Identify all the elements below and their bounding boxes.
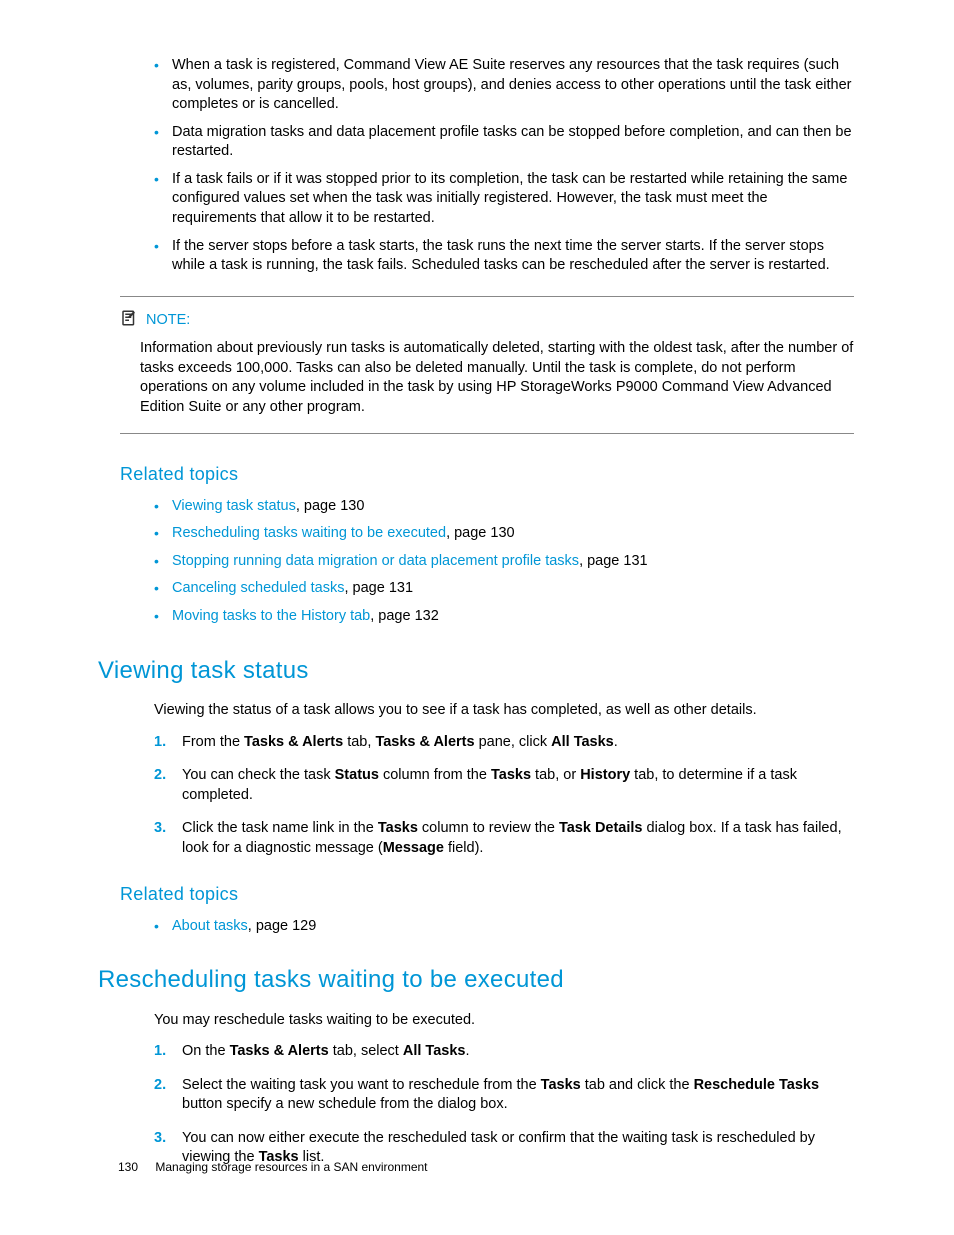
related-topics-list: About tasks, page 129 [120,917,854,937]
list-item: Stopping running data migration or data … [154,552,854,572]
step-item: From the Tasks & Alerts tab, Tasks & Ale… [154,733,854,753]
steps-list: From the Tasks & Alerts tab, Tasks & Ale… [120,733,854,859]
bullet-text: When a task is registered, Command View … [172,57,851,112]
list-item: When a task is registered, Command View … [154,56,854,115]
step-item: On the Tasks & Alerts tab, select All Ta… [154,1042,854,1062]
related-suffix: , page 129 [248,918,317,934]
related-link[interactable]: Moving tasks to the History tab [172,608,370,624]
related-suffix: , page 130 [296,498,365,514]
related-suffix: , page 130 [446,525,515,541]
section-intro: You may reschedule tasks waiting to be e… [154,1011,854,1031]
note-label-row: NOTE: [120,309,854,334]
footer-title: Managing storage resources in a SAN envi… [155,1160,427,1174]
bullet-text: If a task fails or if it was stopped pri… [172,171,847,226]
bullet-text: Data migration tasks and data placement … [172,124,852,160]
note-body: Information about previously run tasks i… [140,339,854,417]
document-page: When a task is registered, Command View … [0,0,954,1235]
section-heading-rescheduling: Rescheduling tasks waiting to be execute… [98,964,854,996]
list-item: Rescheduling tasks waiting to be execute… [154,524,854,544]
divider [120,433,854,434]
bullet-text: If the server stops before a task starts… [172,238,830,274]
related-topics-heading: Related topics [120,882,854,906]
top-bullet-list: When a task is registered, Command View … [120,56,854,276]
list-item: If a task fails or if it was stopped pri… [154,170,854,229]
note-block: NOTE: Information about previously run t… [120,296,854,435]
list-item: Data migration tasks and data placement … [154,123,854,162]
page-number: 130 [118,1160,138,1174]
related-link[interactable]: Viewing task status [172,498,296,514]
list-item: Moving tasks to the History tab, page 13… [154,607,854,627]
step-item: You can check the task Status column fro… [154,766,854,805]
section-heading-viewing-task-status: Viewing task status [98,655,854,687]
related-link[interactable]: Stopping running data migration or data … [172,553,579,569]
related-suffix: , page 132 [370,608,439,624]
note-label-text: NOTE: [146,311,190,331]
related-suffix: , page 131 [345,580,414,596]
related-suffix: , page 131 [579,553,648,569]
page-content: When a task is registered, Command View … [100,56,854,1168]
step-item: Click the task name link in the Tasks co… [154,819,854,858]
steps-list: On the Tasks & Alerts tab, select All Ta… [120,1042,854,1168]
related-link[interactable]: Canceling scheduled tasks [172,580,345,596]
related-link[interactable]: Rescheduling tasks waiting to be execute… [172,525,446,541]
related-topics-heading: Related topics [120,462,854,486]
note-icon [120,309,138,334]
list-item: Canceling scheduled tasks, page 131 [154,579,854,599]
related-topics-list: Viewing task status, page 130 Rescheduli… [120,497,854,627]
divider [120,296,854,297]
list-item: If the server stops before a task starts… [154,237,854,276]
list-item: About tasks, page 129 [154,917,854,937]
list-item: Viewing task status, page 130 [154,497,854,517]
related-link[interactable]: About tasks [172,918,248,934]
section-intro: Viewing the status of a task allows you … [154,701,854,721]
page-footer: 130 Managing storage resources in a SAN … [118,1159,428,1175]
step-item: Select the waiting task you want to resc… [154,1076,854,1115]
